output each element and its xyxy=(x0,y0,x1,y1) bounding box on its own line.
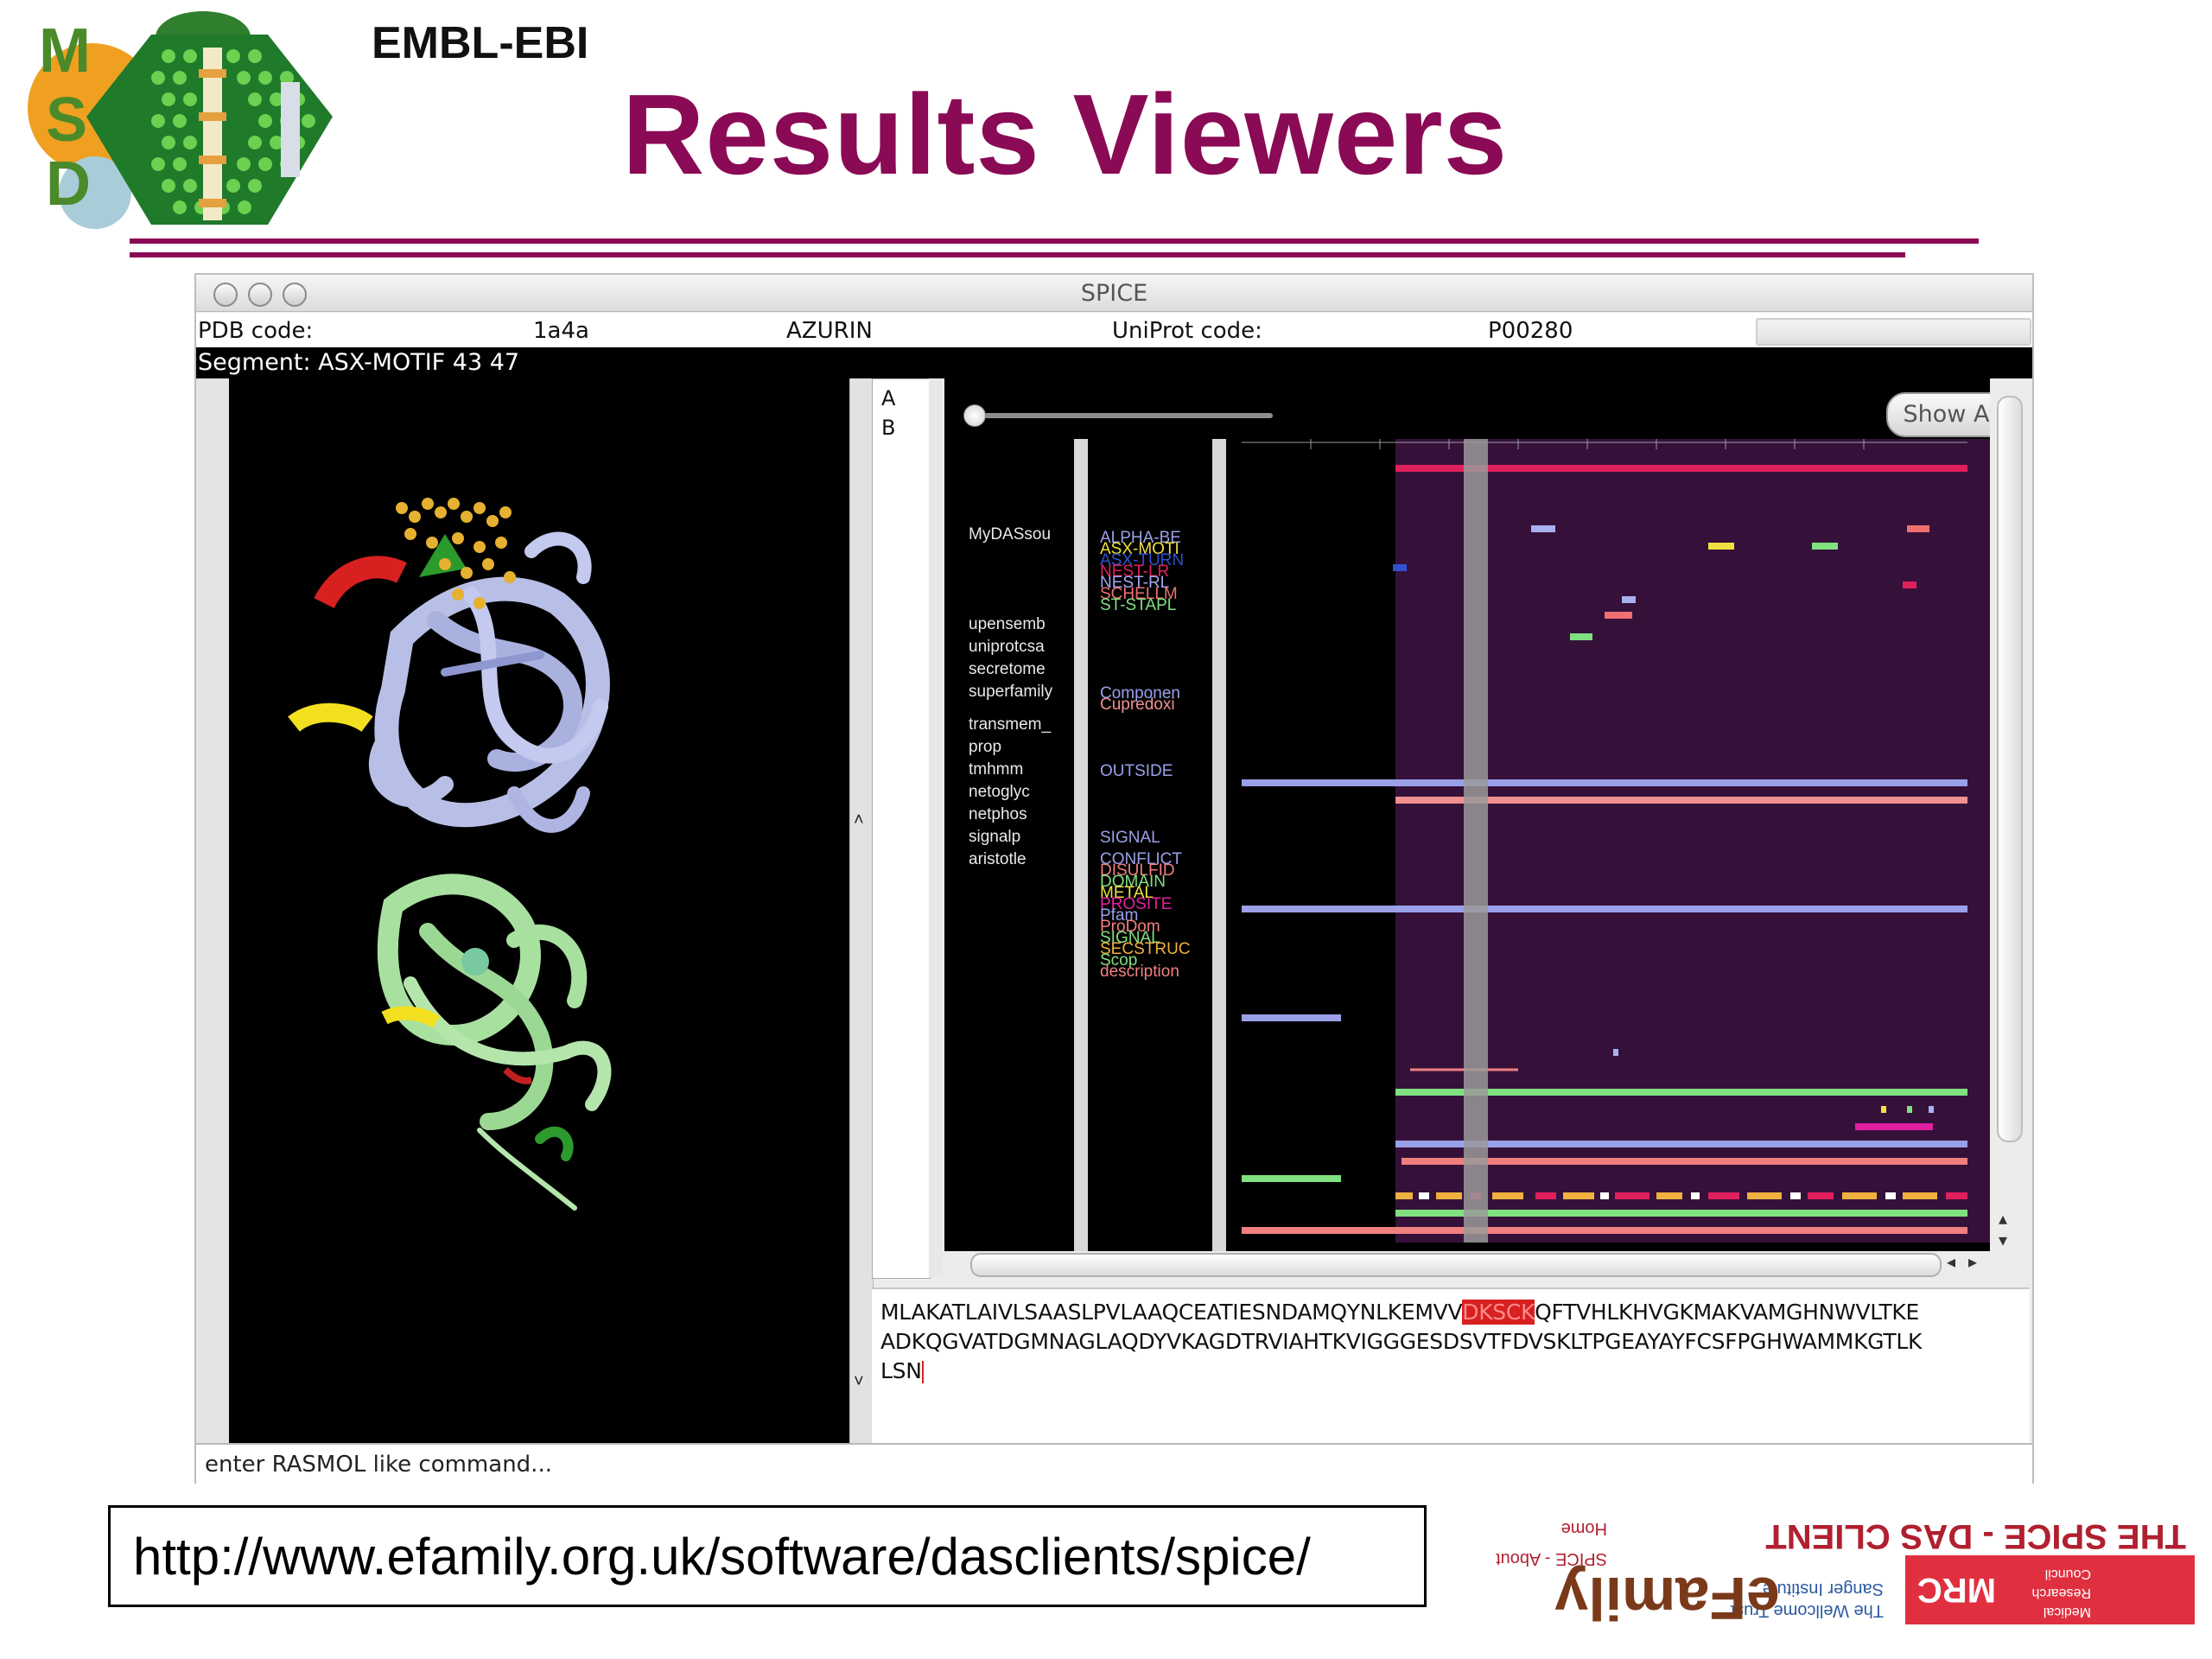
scroll-up-arrow-icon[interactable]: ▴ xyxy=(1999,1208,2007,1230)
feature-type-8[interactable]: Cupredoxi xyxy=(1100,696,1175,715)
segment-yellow xyxy=(288,702,373,733)
vertical-scroll-thumb[interactable] xyxy=(1997,396,2023,1142)
chain-b-ribbon xyxy=(377,874,612,1211)
sequence-panel[interactable]: MLAKATLAIVLSAASLPVLAAQCEATIESNDAMQYNLKEM… xyxy=(872,1287,2030,1443)
structure-viewer[interactable] xyxy=(229,378,849,1443)
feature-type-list: ALPHA-BE ASX-MOTI ASX-TURN NEST-LR NEST-RL SC… xyxy=(944,439,1238,1251)
mrc-logo-text: MRC xyxy=(1916,1571,1996,1609)
org-name: EMBL-EBI xyxy=(372,18,589,68)
logo-letter-s: S xyxy=(46,86,87,155)
text-cursor xyxy=(921,1361,924,1383)
splitter-up-icon[interactable]: ˄ xyxy=(854,810,864,830)
sequence-selected-segment[interactable]: DKSCK xyxy=(1462,1300,1535,1325)
nav-link-about[interactable]: SPICE - About xyxy=(1496,1548,1607,1568)
logo-letter-d: D xyxy=(46,149,91,219)
spice-das-client-heading: THE SPICE - DAS CLIENT xyxy=(1765,1517,2186,1555)
sanger-line-2: Sanger Institute xyxy=(1762,1580,1884,1599)
title-rule-bottom xyxy=(130,252,1905,257)
zoom-slider-knob[interactable] xyxy=(963,404,986,427)
efamily-logo: eFamily xyxy=(1554,1565,1780,1632)
mirrored-website-banner: MRC Medical Research Council The Wellcom… xyxy=(1469,1469,2212,1659)
progress-bar xyxy=(1756,318,2031,346)
zoom-slider-track[interactable] xyxy=(970,413,1273,418)
mrc-word-2: Research xyxy=(2031,1586,2091,1600)
segment-bar: Segment: ASX-MOTIF 43 47 xyxy=(196,347,2032,378)
pdb-code-label: PDB code: xyxy=(198,318,314,344)
mrc-logo: MRC Medical Research Council xyxy=(1905,1555,2195,1624)
copper-atom xyxy=(461,948,489,976)
scroll-right-arrow-icon[interactable]: ▸ xyxy=(1968,1251,1977,1273)
title-rule-top xyxy=(130,238,1979,244)
horizontal-scroll-thumb[interactable] xyxy=(970,1253,1942,1277)
sequence-line-2: ADKQGVATDGMNAGLAQDYVKAGDTRVIAHTKVIGGGESD… xyxy=(880,1329,1923,1354)
command-placeholder: enter RASMOL like command... xyxy=(205,1452,552,1478)
protein-name: AZURIN xyxy=(786,318,873,344)
feature-panel[interactable]: Show All MyDASsou upensemb uniprotcsa secre… xyxy=(944,378,2024,1251)
spice-url[interactable]: http://www.efamily.org.uk/software/dascl… xyxy=(133,1527,1311,1586)
structure-gutter xyxy=(196,378,229,1443)
selection-highlight-column xyxy=(1464,439,1488,1243)
helix-red xyxy=(314,556,407,609)
sequence-line-3-text: LSN xyxy=(880,1358,922,1383)
slide-title: Results Viewers xyxy=(622,71,1509,198)
feature-horizontal-scrollbar[interactable]: ◂ ▸ xyxy=(944,1251,1990,1277)
structure-splitter[interactable]: ˄ ˅ xyxy=(849,378,874,1443)
uniprot-code-label: UniProt code: xyxy=(1112,318,1262,344)
chain-list[interactable]: A B xyxy=(872,378,931,1279)
segment-label: Segment: ASX-MOTIF 43 47 xyxy=(198,349,520,376)
url-box: http://www.efamily.org.uk/software/dascl… xyxy=(108,1505,1427,1607)
segment-red-b xyxy=(503,1067,533,1084)
feature-vertical-scrollbar[interactable]: ▴ ▾ xyxy=(1990,378,2032,1277)
feature-track-area[interactable] xyxy=(1242,439,2024,1243)
sequence-line-1-end: QFTVHLKHVGKMAKVAMGHNWVLTKE xyxy=(1535,1300,1920,1325)
window-title: SPICE xyxy=(1080,280,1148,307)
nav-link-home[interactable]: Home xyxy=(1561,1518,1607,1538)
uniprot-code-value: P00280 xyxy=(1488,318,1573,344)
chain-list-scrollbar[interactable] xyxy=(929,378,943,1277)
window-titlebar[interactable]: SPICE xyxy=(196,275,2032,312)
scroll-left-arrow-icon[interactable]: ◂ xyxy=(1947,1251,1955,1273)
mrc-word-1: Medical xyxy=(2043,1605,2091,1619)
feature-type-9[interactable]: OUTSIDE xyxy=(1100,762,1173,781)
pdb-code-value: 1a4a xyxy=(533,318,589,344)
feature-type-21[interactable]: description xyxy=(1100,963,1179,982)
info-bar: PDB code: 1a4a AZURIN UniProt code: P002… xyxy=(196,313,2032,347)
logo-letter-m: M xyxy=(39,16,91,86)
spice-window: SPICE PDB code: 1a4a AZURIN UniProt code… xyxy=(194,273,2034,1484)
chain-a-ribbon xyxy=(369,531,610,833)
scroll-down-arrow-icon[interactable]: ▾ xyxy=(1999,1230,2007,1251)
sequence-line-1: MLAKATLAIVLSAASLPVLAAQCEATIESNDAMQYNLKEM… xyxy=(880,1300,1919,1325)
chain-item-b[interactable]: B xyxy=(881,416,895,440)
sequence-line-3: LSN xyxy=(880,1358,924,1383)
feature-type-6[interactable]: ST-STAPL xyxy=(1100,596,1176,615)
msd-logo: M S D xyxy=(28,11,333,229)
mrc-word-3: Council xyxy=(2044,1567,2091,1581)
sequence-line-1-start: MLAKATLAIVLSAASLPVLAAQCEATIESNDAMQYNLKEM… xyxy=(880,1300,1463,1325)
chain-item-a[interactable]: A xyxy=(881,386,895,410)
feature-type-10[interactable]: SIGNAL xyxy=(1100,829,1160,848)
feature-tracks xyxy=(1242,439,1967,1234)
splitter-down-icon[interactable]: ˅ xyxy=(854,1372,864,1392)
